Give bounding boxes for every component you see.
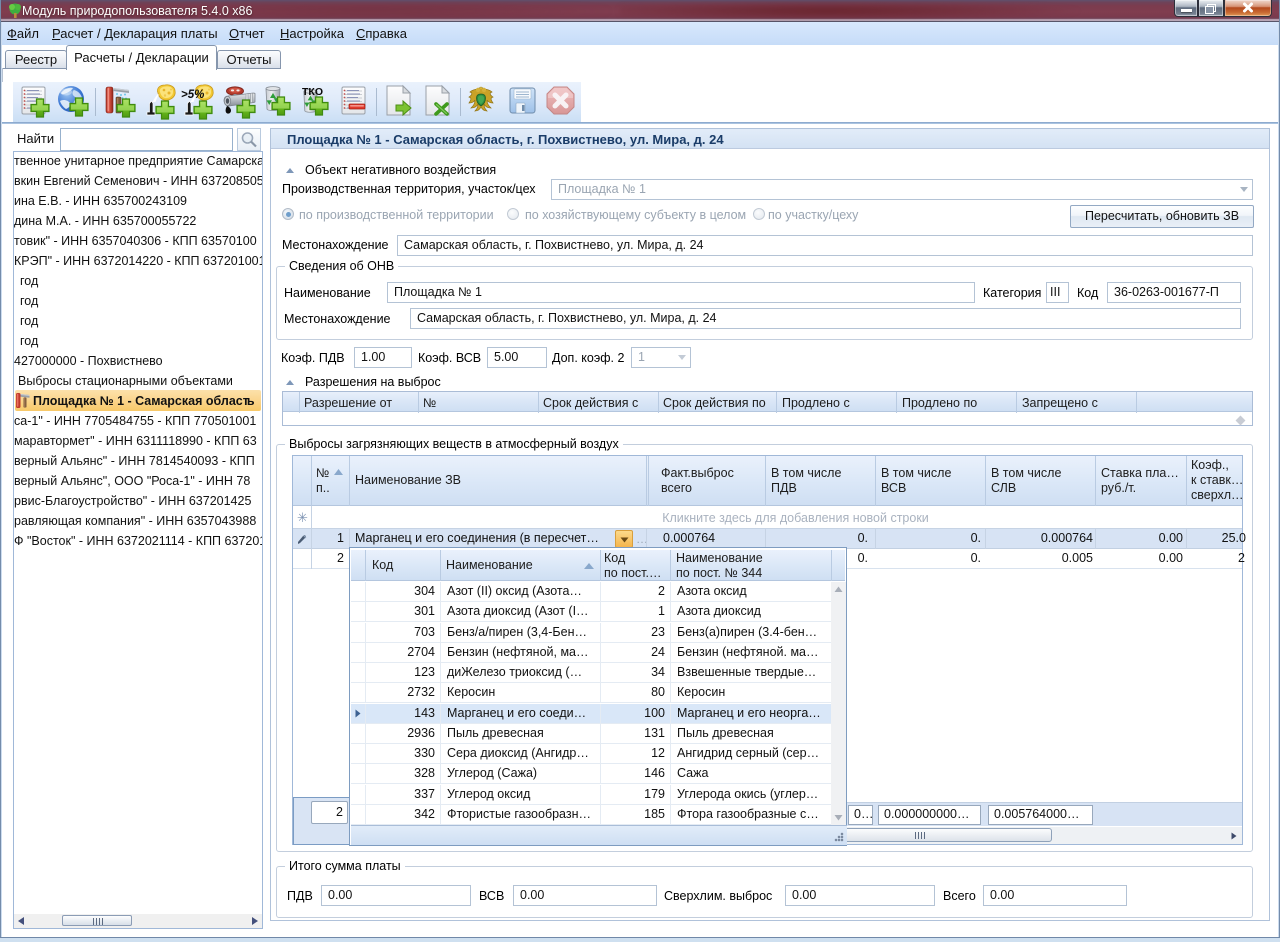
svg-text:>5%: >5% [181, 89, 204, 101]
svg-text:ТКО: ТКО [302, 86, 323, 98]
